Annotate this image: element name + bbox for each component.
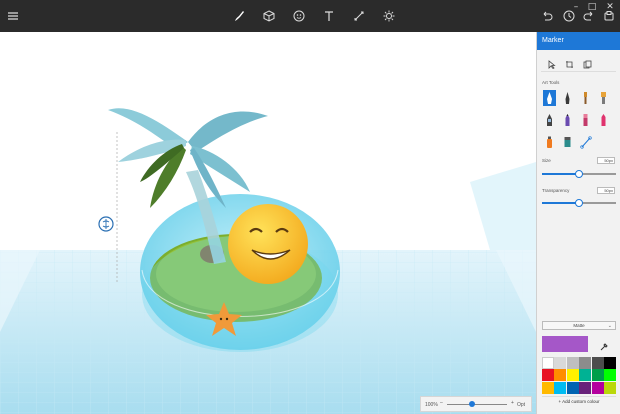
color-swatch[interactable] — [554, 357, 567, 369]
zoom-in-icon[interactable]: + — [511, 400, 514, 406]
color-swatch[interactable] — [591, 381, 604, 394]
transparency-slider[interactable] — [542, 199, 616, 207]
finish-value: Matte — [573, 323, 585, 328]
color-swatch[interactable] — [566, 369, 579, 382]
eyedropper-icon[interactable] — [599, 339, 609, 351]
select-cursor-icon[interactable] — [547, 56, 556, 70]
color-palette — [542, 357, 616, 394]
zoom-level-label: 100% — [425, 402, 438, 408]
finish-select[interactable]: Matte ⌄ — [542, 321, 616, 330]
canvas-sun-icon[interactable] — [382, 9, 396, 23]
color-swatch[interactable] — [591, 369, 604, 382]
palm-leaves[interactable] — [108, 108, 268, 208]
current-color-swatch[interactable] — [542, 336, 588, 352]
brushes-icon[interactable] — [232, 9, 246, 23]
size-label: Size — [542, 158, 551, 163]
color-swatch[interactable] — [566, 357, 579, 369]
3d-scene[interactable] — [0, 32, 536, 414]
stickers-icon[interactable] — [292, 9, 306, 23]
copy-icon[interactable] — [583, 56, 592, 69]
oil-brush-icon[interactable] — [579, 90, 592, 106]
size-slider-thumb[interactable] — [575, 170, 583, 178]
spray-can-icon[interactable] — [543, 134, 556, 150]
color-swatch[interactable] — [603, 369, 616, 382]
add-custom-color-button[interactable]: + Add custom colour — [542, 396, 616, 406]
undo-icon[interactable] — [540, 9, 554, 23]
color-swatch[interactable] — [579, 381, 592, 394]
calligraphy-pen-icon[interactable] — [561, 90, 574, 106]
pixel-pen-icon[interactable] — [543, 112, 556, 128]
3d-objects-icon[interactable] — [262, 9, 276, 23]
size-slider[interactable] — [542, 170, 616, 178]
rotate-handle-icon[interactable] — [98, 216, 114, 232]
marker-brush-icon[interactable] — [543, 90, 556, 106]
color-swatch[interactable] — [579, 369, 592, 382]
canvas-area[interactable]: 100% – + Opt — [0, 32, 536, 414]
color-swatch[interactable] — [591, 357, 604, 369]
maximize-button[interactable]: □ — [586, 2, 598, 12]
color-swatch[interactable] — [579, 357, 592, 369]
color-swatch[interactable] — [603, 381, 616, 394]
zoom-fit-label[interactable]: Opt — [517, 402, 525, 408]
fill-bucket-icon[interactable] — [561, 134, 574, 150]
chevron-down-icon: ⌄ — [607, 323, 612, 329]
effects-icon[interactable] — [352, 9, 366, 23]
size-input[interactable]: 50px — [597, 157, 615, 164]
minimize-button[interactable]: – — [570, 2, 582, 12]
color-swatch[interactable] — [554, 369, 567, 382]
close-button[interactable]: ✕ — [604, 2, 616, 12]
color-swatch[interactable] — [542, 357, 554, 369]
transparency-input[interactable]: 50px — [597, 187, 615, 194]
color-swatch[interactable] — [554, 381, 567, 394]
panel-title: Marker — [537, 32, 620, 50]
color-swatch[interactable] — [542, 381, 554, 394]
pencil-icon[interactable] — [561, 112, 574, 128]
art-tools-label: Art Tools — [542, 80, 560, 85]
transparency-slider-thumb[interactable] — [575, 199, 583, 207]
text-icon[interactable] — [322, 9, 336, 23]
side-panel: Marker Art Tools Size 50px Transparency … — [536, 32, 620, 414]
zoom-bar: 100% – + Opt — [420, 396, 532, 412]
zoom-slider-thumb[interactable] — [469, 401, 475, 407]
emoji-sticker[interactable] — [228, 204, 308, 284]
color-swatch[interactable] — [603, 357, 616, 369]
hamburger-menu-icon[interactable] — [6, 9, 20, 23]
color-swatch[interactable] — [566, 381, 579, 394]
line-tool-icon[interactable] — [579, 134, 592, 150]
top-toolbar: – □ ✕ — [0, 0, 620, 32]
transparency-label: Transparency — [542, 188, 570, 193]
crayon-icon[interactable] — [597, 112, 610, 128]
zoom-slider-track[interactable] — [447, 404, 507, 405]
zoom-out-icon[interactable]: – — [440, 400, 443, 406]
selection-tools — [541, 50, 616, 72]
watercolor-brush-icon[interactable] — [597, 90, 610, 106]
color-swatch[interactable] — [542, 369, 554, 382]
eraser-icon[interactable] — [579, 112, 592, 128]
crop-icon[interactable] — [565, 56, 574, 68]
